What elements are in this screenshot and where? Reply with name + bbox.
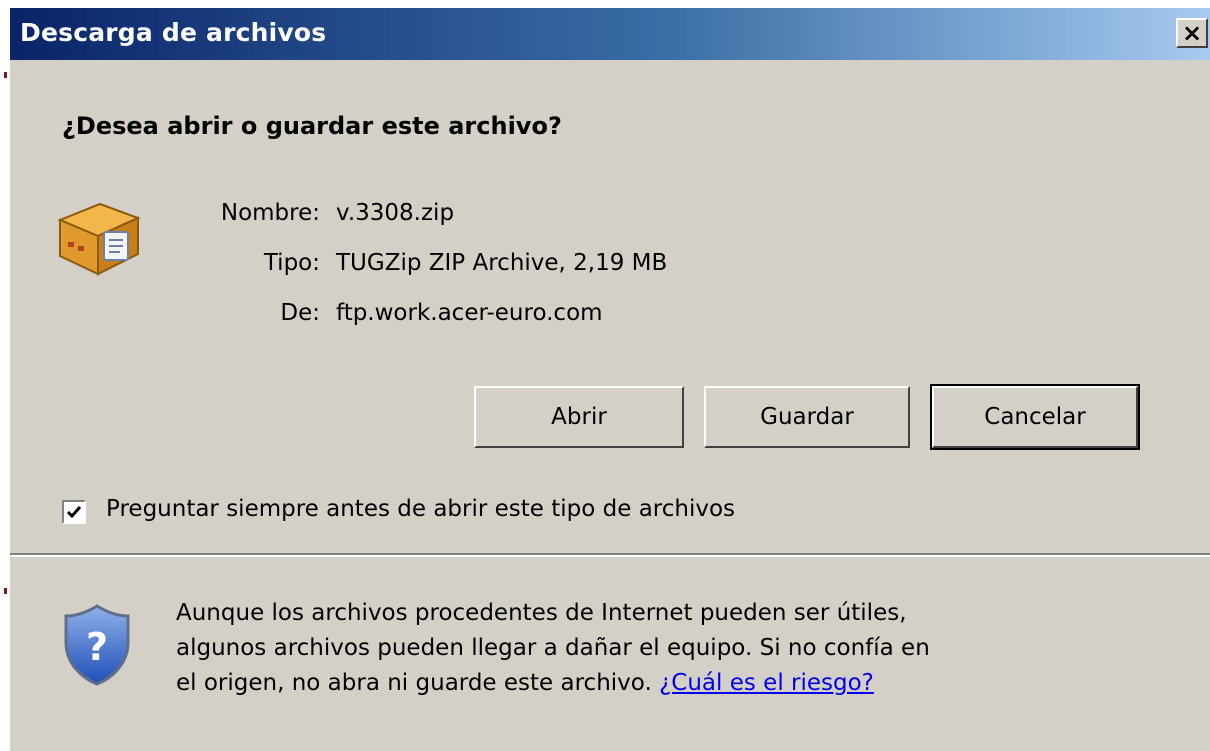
risk-link[interactable]: ¿Cuál es el riesgo? bbox=[659, 670, 874, 696]
checkmark-icon bbox=[66, 506, 82, 519]
cancel-button[interactable]: Cancelar bbox=[930, 384, 1140, 450]
save-button-label: Guardar bbox=[760, 404, 854, 430]
background-edge-mark bbox=[4, 72, 7, 78]
from-label: De: bbox=[280, 300, 320, 326]
close-icon: × bbox=[1181, 19, 1203, 47]
close-button[interactable]: × bbox=[1176, 18, 1208, 48]
warning-line-3-text: el origen, no abra ni guarde este archiv… bbox=[176, 670, 652, 696]
name-label: Nombre: bbox=[220, 200, 320, 226]
file-source-value: ftp.work.acer-euro.com bbox=[336, 300, 603, 326]
save-button[interactable]: Guardar bbox=[704, 386, 910, 448]
title-bar[interactable]: Descarga de archivos × bbox=[10, 8, 1210, 60]
warning-line-2: algunos archivos pueden llegar a dañar e… bbox=[176, 635, 930, 661]
open-button-label: Abrir bbox=[551, 404, 607, 430]
type-label: Tipo: bbox=[263, 250, 320, 276]
shield-question-icon: ? bbox=[64, 604, 130, 686]
cancel-button-label: Cancelar bbox=[984, 404, 1086, 430]
warning-line-1: Aunque los archivos procedentes de Inter… bbox=[176, 600, 907, 626]
separator-highlight bbox=[10, 555, 1210, 557]
file-type-value: TUGZip ZIP Archive, 2,19 MB bbox=[336, 250, 668, 276]
always-ask-label[interactable]: Preguntar siempre antes de abrir este ti… bbox=[106, 496, 735, 522]
file-download-dialog: Descarga de archivos × ¿Desea abrir o gu… bbox=[10, 8, 1210, 751]
security-warning-text: Aunque los archivos procedentes de Inter… bbox=[176, 596, 1176, 701]
warning-line-3: el origen, no abra ni guarde este archiv… bbox=[176, 666, 1176, 701]
svg-text:?: ? bbox=[86, 625, 108, 669]
open-button[interactable]: Abrir bbox=[474, 386, 684, 448]
dialog-question: ¿Desea abrir o guardar este archivo? bbox=[62, 112, 562, 140]
window-title: Descarga de archivos bbox=[20, 18, 327, 47]
background-edge-mark bbox=[4, 588, 7, 594]
file-name-value: v.3308.zip bbox=[336, 200, 455, 226]
always-ask-checkbox[interactable] bbox=[62, 500, 86, 524]
